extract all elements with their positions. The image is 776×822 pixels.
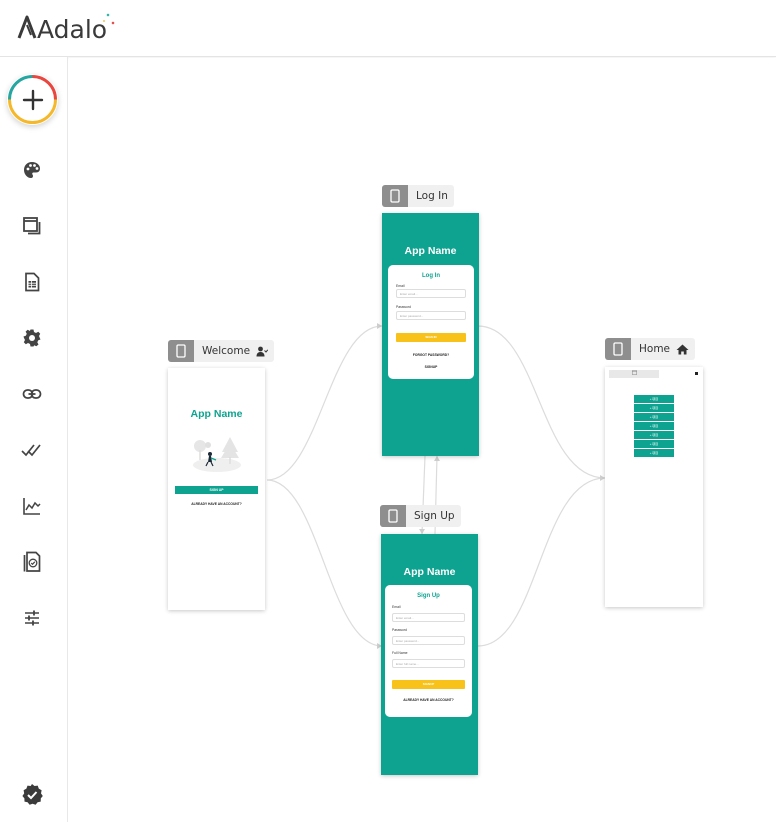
signin-button[interactable]: SIGN IN [396, 333, 466, 342]
forgot-password-link[interactable]: FORGOT PASSWORD? [388, 353, 474, 357]
app-name-title: App Name [404, 245, 457, 257]
email-label: Email [396, 284, 405, 288]
calendar-icon [631, 370, 637, 375]
screen-label-text: Home [639, 343, 671, 355]
password-field[interactable]: Enter password... [396, 311, 466, 320]
logo-text: Adalo [37, 15, 107, 44]
signup-button[interactable]: SIGNUP [392, 680, 465, 689]
verified-badge-icon[interactable] [20, 783, 44, 807]
screen-label-home[interactable]: Home [605, 338, 696, 360]
home-item-button[interactable]: + 项目 [634, 431, 674, 439]
home-tab-bar[interactable] [609, 370, 659, 378]
home-item-button[interactable]: + 项目 [634, 413, 674, 421]
user-auth-icon [256, 346, 269, 357]
adalo-logo-mark: Adalo [17, 13, 115, 44]
email-label: Email [392, 605, 401, 609]
screen-home[interactable]: + 项目 + 项目 + 项目 + 项目 + 项目 + 项目 + 项目 [605, 367, 703, 607]
signup-link[interactable]: SIGNUP [388, 365, 474, 369]
home-item-button[interactable]: + 项目 [634, 404, 674, 412]
screen-label-text: Sign Up [414, 510, 455, 522]
adalo-logo[interactable]: Adalo [16, 6, 116, 46]
screen-label-welcome[interactable]: Welcome [168, 340, 275, 362]
link-welcome-login [266, 325, 383, 481]
home-item-button[interactable]: + 项目 [634, 449, 674, 457]
fullname-label: Full Name [392, 651, 408, 655]
home-item-button[interactable]: + 项目 [634, 422, 674, 430]
signup-card: Sign Up Email Enter email... Password En… [385, 585, 472, 717]
app-name-title: App Name [190, 408, 243, 420]
card-title: Log In [422, 273, 440, 279]
link-signup-home [477, 477, 606, 647]
screen-welcome[interactable]: App Name SIGN UP ALREADY HAVE AN ACCOUNT… [168, 368, 265, 610]
screen-login[interactable]: App Name Log In Email Enter email... Pas… [382, 213, 479, 456]
canvas[interactable]: Welcome App Name SIGN UP ALREADY HAVE AN… [69, 58, 776, 822]
phone-icon [168, 340, 194, 362]
already-have-account-link[interactable]: ALREADY HAVE AN ACCOUNT? [385, 698, 472, 702]
link-login-home [477, 325, 606, 479]
sliders-icon[interactable] [20, 606, 44, 630]
fullname-field[interactable]: Enter full name... [392, 659, 465, 668]
add-button[interactable] [7, 74, 58, 125]
signup-button[interactable]: SIGN UP [175, 486, 258, 494]
password-field[interactable]: Enter password... [392, 636, 465, 645]
screen-signup[interactable]: App Name Sign Up Email Enter email... Pa… [381, 534, 478, 775]
branding-palette-icon[interactable] [20, 158, 44, 182]
screens-icon[interactable] [20, 214, 44, 238]
app-name-title: App Name [403, 566, 456, 578]
email-field[interactable]: Enter email... [396, 289, 466, 298]
status-dot [695, 372, 698, 375]
top-bar: Adalo [0, 0, 776, 57]
database-icon[interactable] [20, 270, 44, 294]
password-label: Password [396, 305, 411, 309]
card-title: Sign Up [417, 593, 440, 599]
link-welcome-signup [266, 479, 383, 647]
phone-icon [380, 505, 406, 527]
email-field[interactable]: Enter email... [392, 613, 465, 622]
add-ring-icon [8, 75, 57, 124]
link-icon[interactable] [20, 382, 44, 406]
publish-icon[interactable] [20, 550, 44, 574]
already-have-account-link[interactable]: ALREADY HAVE AN ACCOUNT? [168, 502, 265, 506]
screen-label-login[interactable]: Log In [382, 185, 454, 207]
password-label: Password [392, 628, 407, 632]
left-sidebar [0, 57, 68, 822]
home-icon [676, 344, 689, 355]
phone-icon [605, 338, 631, 360]
screen-label-text: Log In [416, 190, 448, 202]
screen-label-signup[interactable]: Sign Up [380, 505, 461, 527]
screen-label-text: Welcome [202, 345, 251, 357]
login-card: Log In Email Enter email... Password Ent… [388, 265, 474, 379]
home-item-button[interactable]: + 项目 [634, 395, 674, 403]
welcome-illustration [193, 437, 241, 472]
analytics-icon[interactable] [20, 494, 44, 518]
phone-icon [382, 185, 408, 207]
home-item-button[interactable]: + 项目 [634, 440, 674, 448]
double-check-icon[interactable] [20, 438, 44, 462]
settings-gear-icon[interactable] [20, 326, 44, 350]
